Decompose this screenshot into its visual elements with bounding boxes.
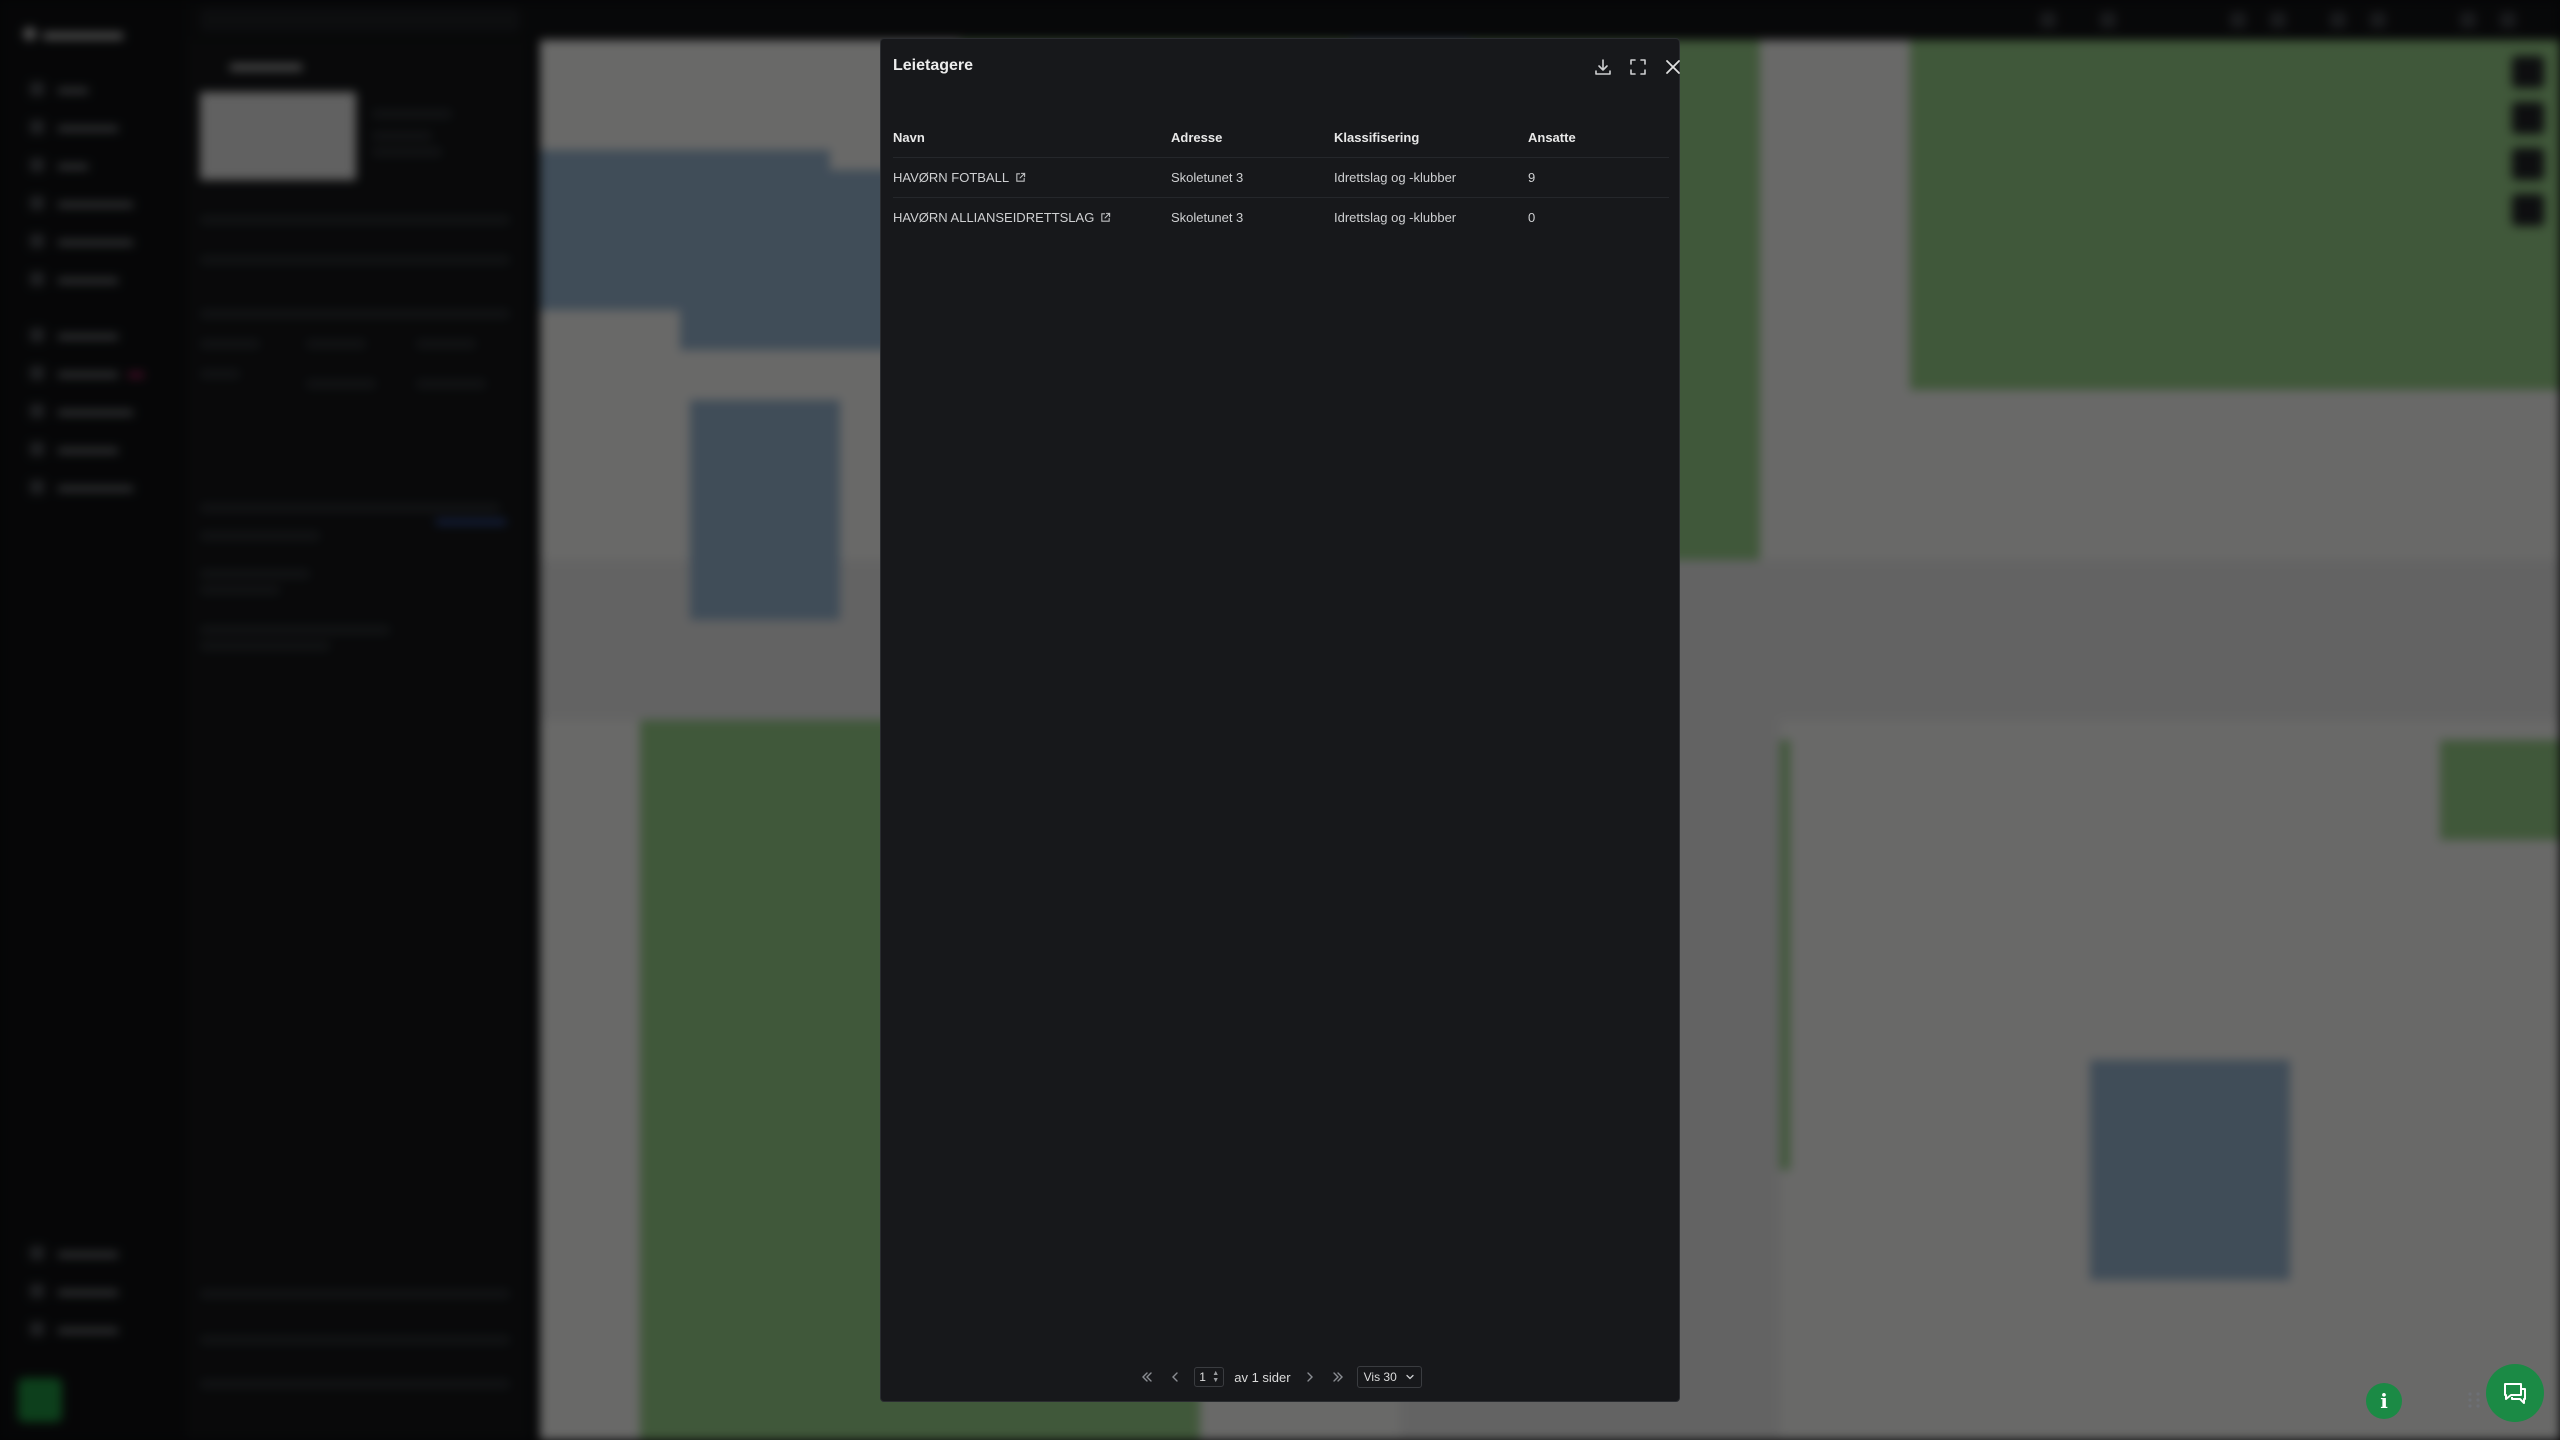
classification-cell: Idrettslag og -klubber [1334,157,1528,198]
tenant-name-link[interactable]: HAVØRN ALLIANSEIDRETTSLAG [893,210,1094,225]
page-number: 1 [1199,1370,1206,1384]
chevron-left-icon [1172,1372,1178,1382]
chevron-down-icon [1406,1374,1414,1380]
fullscreen-button[interactable] [1622,51,1654,83]
download-button[interactable] [1587,51,1619,83]
address-cell: Skoletunet 3 [1171,157,1334,198]
chat-icon [2504,1383,2526,1404]
page-count-label: av 1 sider [1234,1369,1291,1385]
employees-cell: 9 [1528,157,1669,198]
info-icon: i [2380,1389,2388,1413]
drag-handle-icon[interactable] [2467,1390,2481,1410]
external-link-icon[interactable] [1100,212,1111,223]
previous-page-button[interactable] [1166,1368,1184,1386]
employees-cell: 0 [1528,197,1669,237]
tenant-name-link[interactable]: HAVØRN FOTBALL [893,170,1009,185]
tenant-name-cell[interactable]: HAVØRN FOTBALL [893,157,1171,198]
page-size-value: Vis 30 [1363,1370,1397,1384]
column-header-klassifisering[interactable]: Klassifisering [1334,117,1528,158]
next-page-button[interactable] [1301,1368,1319,1386]
column-header-navn[interactable]: Navn [893,117,1171,158]
table-row: HAVØRN ALLIANSEIDRETTSLAG Skoletunet 3 I… [893,197,1669,237]
expand-icon [1630,59,1646,75]
page-number-input[interactable]: 1 ▲ ▼ [1194,1367,1225,1387]
tenant-name-cell[interactable]: HAVØRN ALLIANSEIDRETTSLAG [893,197,1171,237]
classification-cell: Idrettslag og -klubber [1334,197,1528,237]
column-header-adresse[interactable]: Adresse [1171,117,1334,158]
chat-button[interactable] [2486,1364,2544,1422]
page-size-select[interactable]: Vis 30 [1356,1366,1422,1388]
tenants-table: Navn Adresse Klassifisering Ansatte HAVØ… [893,117,1669,237]
tenants-dialog: Leietagere Navn Adresse Klassifisering A… [880,38,1680,1402]
info-button[interactable]: i [2366,1383,2402,1419]
table-row: HAVØRN FOTBALL Skoletunet 3 Idrettslag o… [893,157,1669,198]
last-page-button[interactable] [1329,1368,1347,1386]
first-page-button[interactable] [1138,1368,1156,1386]
close-button[interactable] [1657,51,1689,83]
stepper-icon[interactable]: ▲ ▼ [1212,1370,1219,1384]
table-header-row: Navn Adresse Klassifisering Ansatte [893,117,1669,158]
address-cell: Skoletunet 3 [1171,197,1334,237]
external-link-icon[interactable] [1015,172,1026,183]
double-chevron-left-icon [1142,1372,1152,1382]
chevron-right-icon [1306,1372,1313,1382]
dialog-title: Leietagere [893,57,974,74]
column-header-ansatte[interactable]: Ansatte [1528,117,1669,158]
download-icon [1595,59,1611,75]
close-icon [1666,60,1680,74]
double-chevron-right-icon [1332,1372,1343,1382]
pagination: 1 ▲ ▼ av 1 sider Vis 30 [881,1365,1679,1389]
